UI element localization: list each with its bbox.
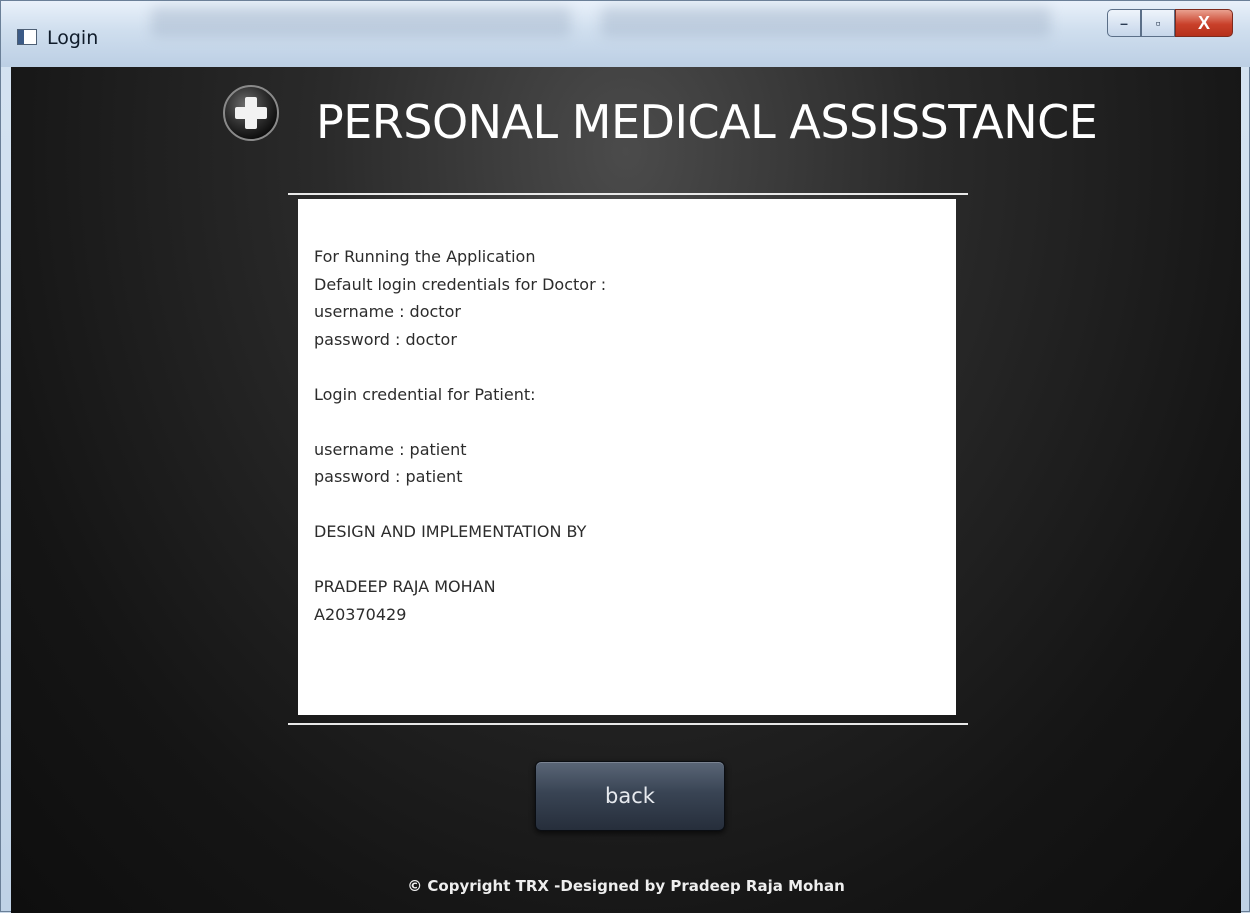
window-title: Login [47,27,99,49]
info-panel: For Running the Application Default login… [288,193,968,725]
background-blur [601,7,1051,37]
info-line: For Running the Application [314,247,536,266]
title-bar[interactable]: Login – ▫ X [1,1,1250,67]
minimize-button[interactable]: – [1107,9,1141,37]
info-line: password : doctor [314,329,457,349]
info-line: Login credential for Patient: [314,384,536,404]
info-line: Default login credentials for Doctor : [314,274,607,294]
window-app-icon [17,29,37,45]
info-line: username : doctor [314,302,461,321]
maximize-button[interactable]: ▫ [1141,9,1175,37]
info-line [314,408,956,436]
info-text-area[interactable]: For Running the Application Default login… [298,199,956,715]
medical-cross-icon [221,83,281,143]
login-window: Login – ▫ X PERSONAL MEDICAL ASSISSTANCE… [0,0,1250,913]
close-button[interactable]: X [1175,9,1233,37]
info-line [314,491,956,519]
back-button[interactable]: back [535,761,725,831]
info-line: A20370429 [314,604,407,624]
info-line: username : patient [314,439,467,459]
info-line: PRADEEP RAJA MOHAN [314,577,496,596]
copyright-footer: © Copyright TRX -Designed by Pradeep Raj… [407,877,845,895]
background-blur [151,7,571,37]
app-content: PERSONAL MEDICAL ASSISSTANCE For Running… [11,67,1241,913]
app-title: PERSONAL MEDICAL ASSISSTANCE [316,95,1098,149]
info-line: DESIGN AND IMPLEMENTATION BY [314,522,587,541]
info-line [314,353,956,381]
info-line [314,546,956,574]
info-line: password : patient [314,467,463,486]
window-controls: – ▫ X [1107,9,1233,37]
